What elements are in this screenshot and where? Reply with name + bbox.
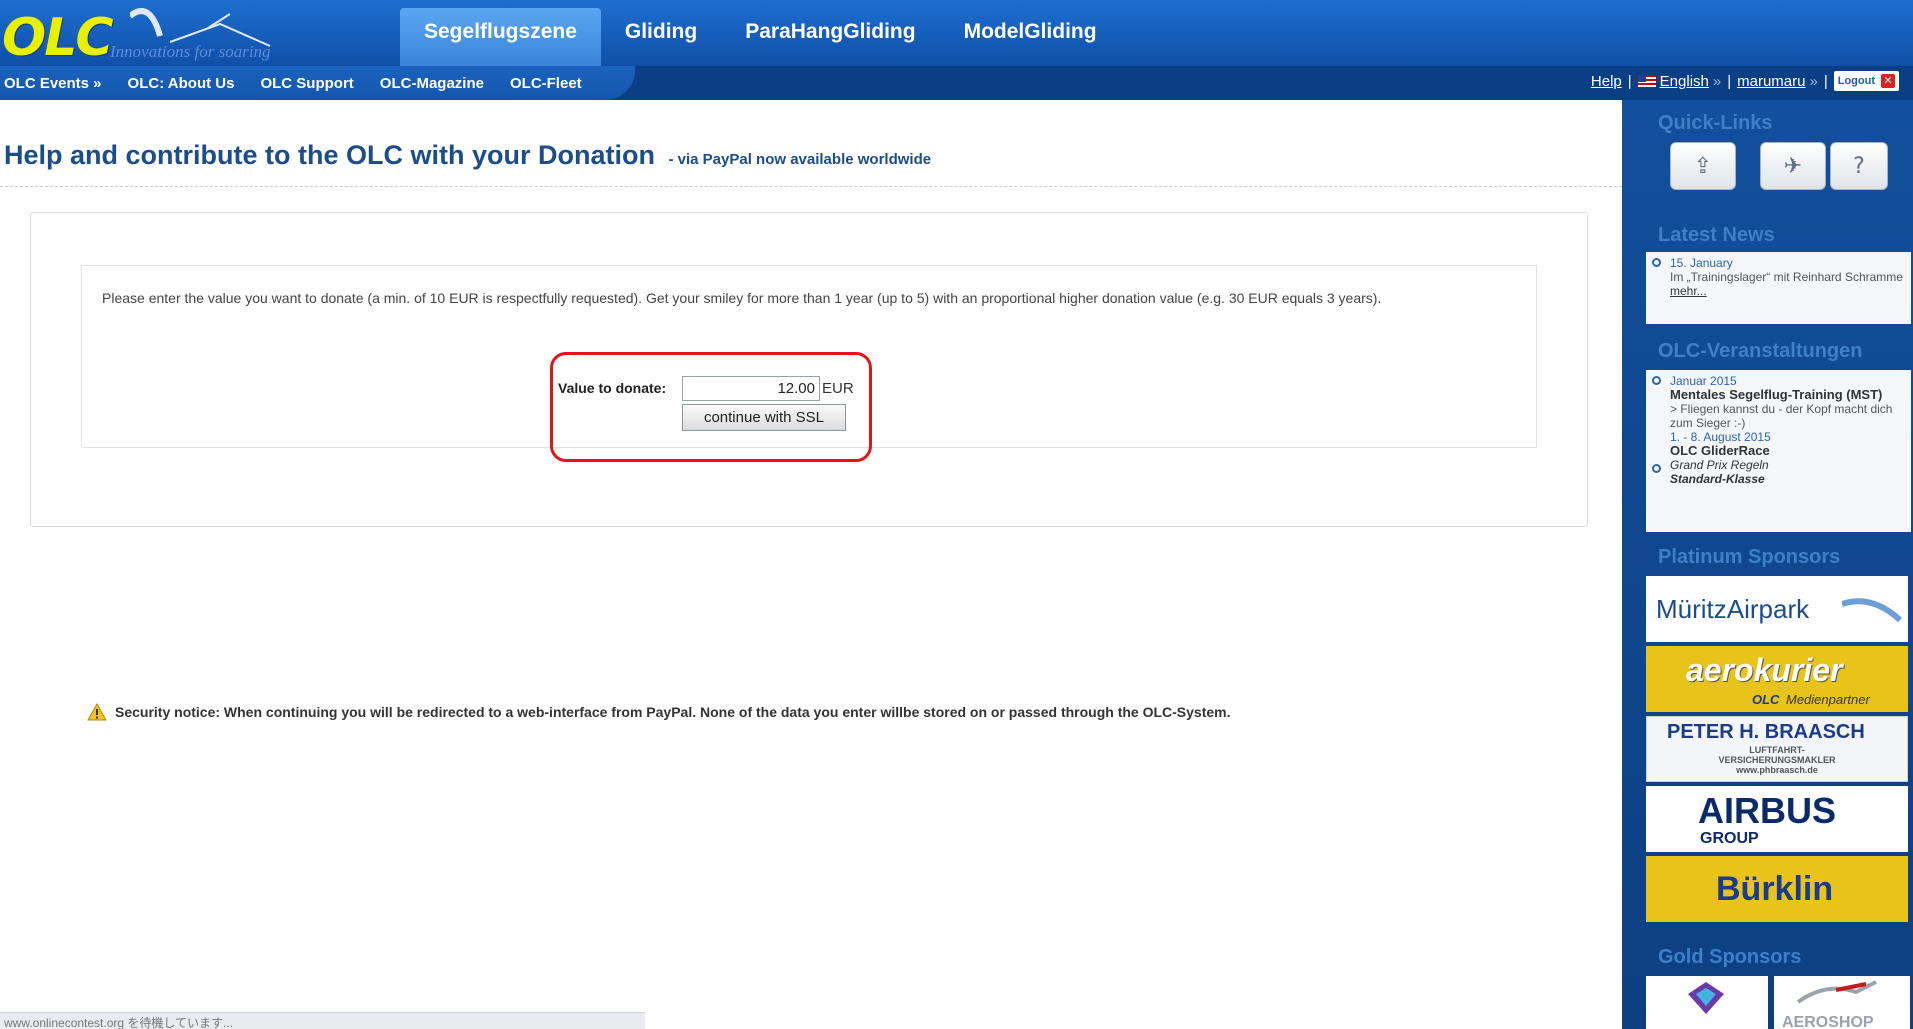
separator: | [1823, 72, 1828, 90]
sponsor-airbus-text: AIRBUS [1698, 790, 1837, 831]
gold-sponsors-heading: Gold Sponsors [1658, 946, 1802, 968]
quick-link-upload-icon[interactable]: ⇪ [1670, 142, 1736, 190]
language-link[interactable]: English [1660, 73, 1709, 90]
subnav-about-us[interactable]: OLC: About Us [124, 66, 235, 100]
sponsor-braasch-line2: VERSICHERUNGSMAKLER [1718, 755, 1836, 765]
sponsor-buerklin-text: Bürklin [1716, 870, 1834, 908]
event-bullet-icon [1652, 376, 1661, 385]
logo-text: OLC [2, 8, 114, 68]
logout-button[interactable]: Logout ✕ [1833, 71, 1899, 91]
swoosh-icon [1842, 598, 1902, 623]
event-date: 1. - 8. August 2015 [1670, 430, 1771, 444]
gold-sponsor-aeroshop-text: AEROSHOP [1782, 1014, 1874, 1029]
tab-gliding[interactable]: Gliding [601, 8, 721, 66]
page-title: Help and contribute to the OLC with your… [4, 140, 931, 171]
event-date: Januar 2015 [1670, 374, 1737, 388]
browser-status-bar: www.onlinecontest.org を待機しています... [0, 1012, 645, 1029]
close-icon: ✕ [1881, 74, 1895, 88]
security-notice-text: Security notice: When continuing you wil… [115, 704, 1231, 720]
separator: | [1627, 72, 1632, 90]
quick-link-help-icon[interactable]: ? [1830, 142, 1888, 190]
gold-sponsor-aeroshop[interactable]: AEROSHOP [1774, 976, 1910, 1029]
page-title-text: Help and contribute to the OLC with your… [4, 140, 655, 170]
quick-link-flights-icon[interactable]: ✈ [1760, 142, 1826, 190]
uk-flag-icon [1637, 75, 1656, 87]
events-heading: OLC-Veranstaltungen [1658, 340, 1863, 362]
sponsor-braasch[interactable]: PETER H. BRAASCH LUFTFAHRT- VERSICHERUNG… [1646, 716, 1908, 782]
sub-nav: OLC Events » OLC: About Us OLC Support O… [0, 66, 635, 100]
top-header: OLC Innovations for soaring Segelflugsze… [0, 0, 1913, 68]
news-more-link[interactable]: mehr... [1670, 284, 1905, 298]
tab-parahanggliding[interactable]: ParaHangGliding [721, 8, 939, 66]
subnav-olc-events[interactable]: OLC Events » [0, 66, 102, 100]
aeroshop-logo-icon [1796, 980, 1877, 1004]
event-class: Standard-Klasse [1670, 472, 1765, 486]
sponsor-aerokurier-sub: Medienpartner [1786, 692, 1870, 707]
subnav-support[interactable]: OLC Support [256, 66, 353, 100]
help-link[interactable]: Help [1591, 73, 1622, 90]
title-divider [0, 186, 1622, 187]
sponsor-braasch-line3: www.phbraasch.de [1736, 765, 1818, 775]
security-notice: Security notice: When continuing you wil… [87, 703, 1231, 721]
logo-tagline: Innovations for soaring [110, 42, 271, 61]
donation-intro-text: Please enter the value you want to donat… [102, 290, 1382, 306]
separator: | [1727, 72, 1732, 90]
sponsor-buerklin[interactable]: Bürklin [1646, 856, 1908, 922]
sponsor-braasch-line1: LUFTFAHRT- [1749, 745, 1805, 755]
right-sidebar: Quick-Links ⇪ ✈ ? Latest News 15. Januar… [1622, 100, 1913, 1029]
news-date: 15. January [1670, 256, 1733, 270]
sponsor-aerokurier-text: aerokurier [1686, 652, 1843, 688]
events-list: Januar 2015 Mentales Segelflug-Training … [1646, 370, 1911, 532]
event-desc: > Fliegen kannst du - der Kopf macht dic… [1670, 402, 1893, 430]
quick-links-heading: Quick-Links [1658, 112, 1773, 134]
user-link[interactable]: marumaru [1737, 73, 1805, 90]
language-dropdown-arrow[interactable]: » [1713, 73, 1721, 90]
platinum-sponsors-heading: Platinum Sponsors [1658, 546, 1841, 568]
subnav-magazine[interactable]: OLC-Magazine [376, 66, 484, 100]
event-bullet-icon [1652, 464, 1661, 473]
sponsor-airbus-sub: GROUP [1700, 830, 1759, 847]
sponsor-aerokurier[interactable]: aerokurier OLC Medienpartner [1646, 646, 1908, 712]
highlight-annotation [550, 352, 872, 462]
warning-icon [87, 703, 107, 721]
logout-label: Logout [1837, 75, 1875, 87]
main-tabs: Segelflugszene Gliding ParaHangGliding M… [400, 8, 1121, 66]
latest-news-heading: Latest News [1658, 224, 1775, 246]
page-subtitle: - via PayPal now available worldwide [668, 151, 932, 168]
news-bullet-icon [1652, 258, 1661, 267]
sponsor-mueritz-text: MüritzAirpark [1656, 594, 1810, 624]
event-title[interactable]: Mentales Segelflug-Training (MST) [1670, 388, 1905, 402]
olc-logo[interactable]: OLC Innovations for soaring [0, 4, 340, 68]
sponsor-braasch-text: PETER H. BRAASCH [1667, 721, 1865, 743]
user-dropdown-arrow[interactable]: » [1809, 73, 1817, 90]
sponsor-aerokurier-olc: OLC [1752, 692, 1780, 707]
subnav-fleet[interactable]: OLC-Fleet [506, 66, 582, 100]
event-title[interactable]: OLC GliderRace [1670, 444, 1905, 458]
news-item: 15. January Im „Trainingslager“ mit Rein… [1646, 252, 1911, 324]
tab-segelflugszene[interactable]: Segelflugszene [400, 8, 601, 66]
event-rules: Grand Prix Regeln [1670, 458, 1769, 472]
gold-sponsor-1[interactable] [1646, 976, 1768, 1029]
sponsor-mueritz-airpark[interactable]: MüritzAirpark [1646, 576, 1908, 642]
diamond-logo-icon [1688, 982, 1724, 1014]
sub-navigation-bar: OLC Events » OLC: About Us OLC Support O… [0, 66, 1913, 100]
sponsor-airbus[interactable]: AIRBUS GROUP [1646, 786, 1908, 852]
top-links: Help | English » | marumaru » | Logout ✕ [1591, 71, 1899, 91]
news-text: Im „Trainingslager“ mit Reinhard Schramm… [1670, 270, 1903, 284]
tab-modelgliding[interactable]: ModelGliding [940, 8, 1121, 66]
